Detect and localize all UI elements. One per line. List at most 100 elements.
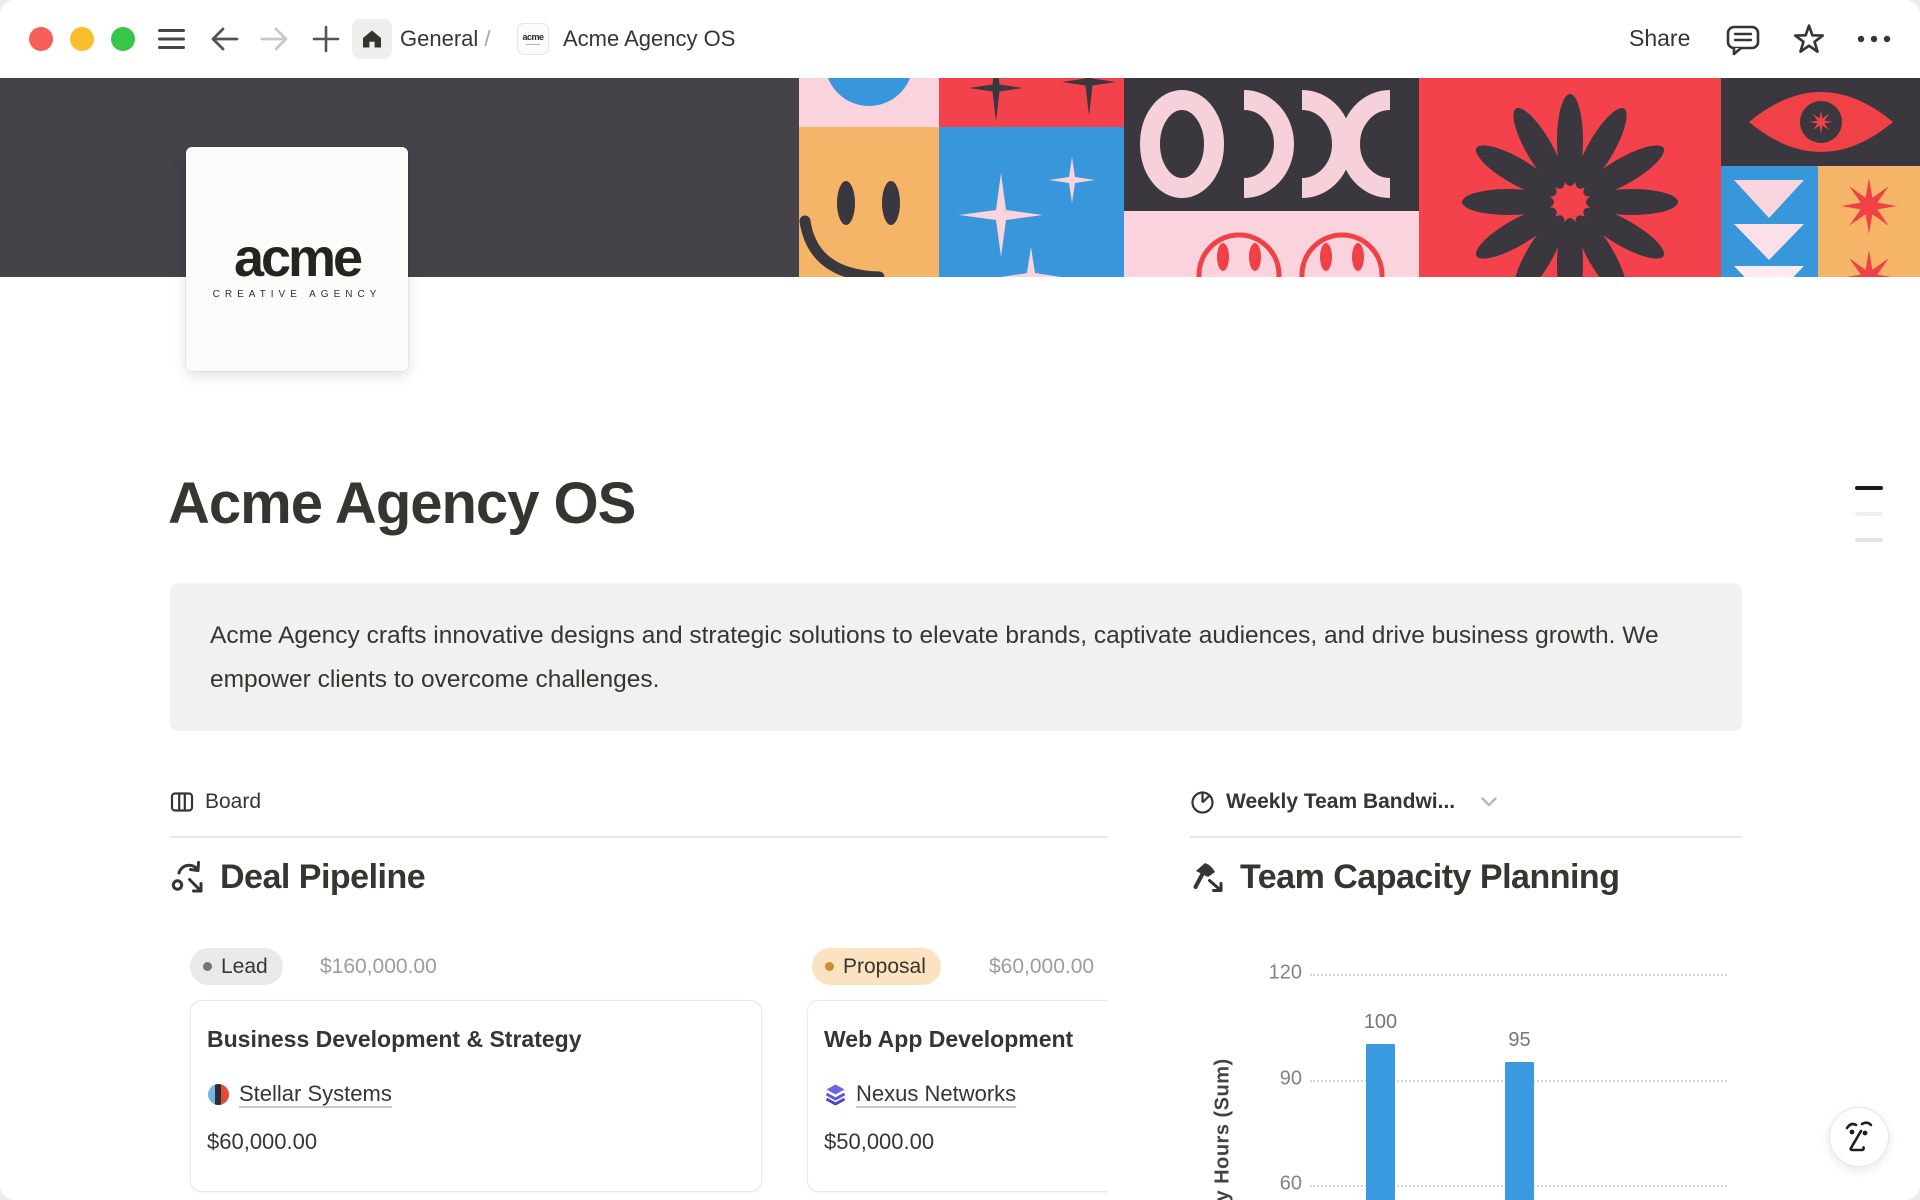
callout-block: Acme Agency crafts innovative designs an… — [170, 583, 1742, 731]
ai-face-icon — [1842, 1119, 1876, 1155]
chart-y-tick-label: 90 — [1222, 1067, 1302, 1090]
page-title: Acme Agency OS — [168, 470, 635, 537]
cover-tile-sparkles-blue — [939, 127, 1124, 277]
board-tab-divider — [170, 836, 1108, 838]
back-button[interactable] — [209, 24, 241, 54]
card-client-row: Stellar Systems — [207, 1081, 392, 1107]
page-logo-card: acme CREATIVE AGENCY — [186, 147, 408, 371]
card-title: Web App Development — [824, 1026, 1108, 1053]
pie-chart-icon — [1190, 790, 1215, 815]
comment-icon — [1725, 23, 1761, 57]
cover-tile-flower — [1419, 78, 1721, 277]
card-amount: $60,000.00 — [207, 1129, 317, 1155]
cover-tile-oddc — [1124, 78, 1419, 211]
cover-tile-eye — [1721, 78, 1920, 166]
home-icon — [361, 28, 383, 50]
kanban-card[interactable]: Business Development & Strategy Stellar … — [190, 1000, 762, 1192]
more-options-button[interactable] — [1853, 30, 1897, 48]
blue-circle-shape — [799, 78, 939, 127]
toc-line-active[interactable] — [1855, 486, 1883, 490]
pipeline-icon — [170, 860, 206, 896]
breadcrumb-root[interactable]: General / — [400, 26, 491, 52]
card-client-link[interactable]: Stellar Systems — [239, 1081, 392, 1107]
triangle-shapes — [1721, 166, 1818, 277]
thin-star-shapes — [939, 78, 1124, 127]
status-pill-label: Lead — [221, 955, 268, 979]
board-icon — [170, 790, 194, 814]
plus-icon — [312, 25, 340, 53]
logo-text: acme — [186, 233, 408, 283]
cover-tile-starbursts — [1818, 166, 1920, 277]
chart-y-tick-label: 120 — [1222, 962, 1302, 985]
team-capacity-heading: Team Capacity Planning — [1190, 858, 1619, 897]
toolbar: General / acme Acme Agency OS Share — [0, 0, 1920, 78]
chart-tab-divider — [1190, 836, 1742, 838]
callout-text: Acme Agency crafts innovative designs an… — [210, 622, 1659, 693]
tab-weekly-label: Weekly Team Bandwi... — [1226, 790, 1455, 814]
favorite-button[interactable] — [1789, 21, 1829, 59]
deal-pipeline-heading: Deal Pipeline — [170, 858, 425, 897]
column-sum-proposal: $60,000.00 — [989, 948, 1094, 985]
back-arrow-icon — [210, 26, 240, 52]
page-favicon: acme — [517, 23, 549, 55]
status-dot — [203, 962, 212, 971]
chart-bar[interactable] — [1366, 1044, 1395, 1200]
page-favicon-text: acme — [522, 33, 543, 42]
hamburger-icon — [158, 28, 185, 50]
status-pill-proposal[interactable]: Proposal — [812, 948, 941, 985]
outline-smiley-shapes — [1124, 211, 1419, 277]
chart-gridline — [1310, 974, 1727, 976]
chevron-down-icon — [1480, 796, 1498, 808]
home-button[interactable] — [352, 19, 392, 59]
eye-shape — [1721, 78, 1920, 166]
forward-arrow-icon — [259, 26, 289, 52]
forward-button[interactable] — [258, 24, 290, 54]
tab-weekly-team-bandwidth[interactable]: Weekly Team Bandwi... — [1190, 788, 1498, 816]
card-client-link[interactable]: Nexus Networks — [856, 1081, 1016, 1107]
chart-bar-value-label: 95 — [1485, 1029, 1555, 1052]
logo-subtext: CREATIVE AGENCY — [186, 289, 408, 300]
star-icon — [1791, 22, 1827, 58]
tab-board[interactable]: Board — [170, 788, 261, 816]
deal-pipeline-title: Deal Pipeline — [220, 858, 425, 897]
ai-assistant-button[interactable] — [1829, 1107, 1889, 1167]
flower-shape — [1419, 78, 1721, 277]
breadcrumb-separator: / — [484, 26, 490, 51]
capacity-chart: ty Hours (Sum) 120906010095 — [1190, 930, 1742, 1200]
column-sum-lead: $160,000.00 — [320, 948, 437, 985]
status-pill-label: Proposal — [843, 955, 926, 979]
status-pill-lead[interactable]: Lead — [190, 948, 283, 985]
toc-line[interactable] — [1855, 512, 1883, 516]
chart-bar-value-label: 100 — [1346, 1011, 1416, 1034]
cover-tile-smiley-orange — [799, 127, 939, 277]
hammer-icon — [1190, 860, 1226, 896]
team-capacity-title: Team Capacity Planning — [1240, 858, 1619, 897]
abstract-letter-shapes — [1124, 78, 1419, 211]
tab-board-label: Board — [205, 790, 261, 814]
zoom-window-button[interactable] — [111, 27, 135, 51]
table-of-contents[interactable] — [1855, 486, 1883, 564]
minimize-window-button[interactable] — [70, 27, 94, 51]
sidebar-menu-button[interactable] — [157, 26, 185, 52]
close-window-button[interactable] — [29, 27, 53, 51]
app-window: General / acme Acme Agency OS Share — [0, 0, 1920, 1200]
status-dot — [825, 962, 834, 971]
starburst-shapes — [1818, 166, 1920, 277]
new-tab-button[interactable] — [310, 24, 342, 54]
cover-tile-circle — [799, 78, 939, 127]
kanban-card[interactable]: Web App Development Nexus Networks $50,0… — [807, 1000, 1108, 1192]
toc-line[interactable] — [1855, 538, 1883, 542]
stellar-systems-logo-icon — [207, 1083, 230, 1106]
kanban-board: Lead $160,000.00 Business Development & … — [170, 930, 1108, 1200]
ellipsis-icon — [1855, 34, 1895, 44]
comments-button[interactable] — [1723, 22, 1763, 58]
sparkle-shapes — [939, 127, 1124, 277]
card-title: Business Development & Strategy — [207, 1026, 745, 1053]
cover-tile-smileys-pink — [1124, 211, 1419, 277]
breadcrumb-page[interactable]: Acme Agency OS — [563, 26, 735, 52]
card-amount: $50,000.00 — [824, 1129, 934, 1155]
cover-tile-triangles — [1721, 166, 1818, 277]
cover-tile-spark-red — [939, 78, 1124, 127]
chart-bar[interactable] — [1505, 1062, 1534, 1200]
share-button[interactable]: Share — [1629, 25, 1690, 52]
